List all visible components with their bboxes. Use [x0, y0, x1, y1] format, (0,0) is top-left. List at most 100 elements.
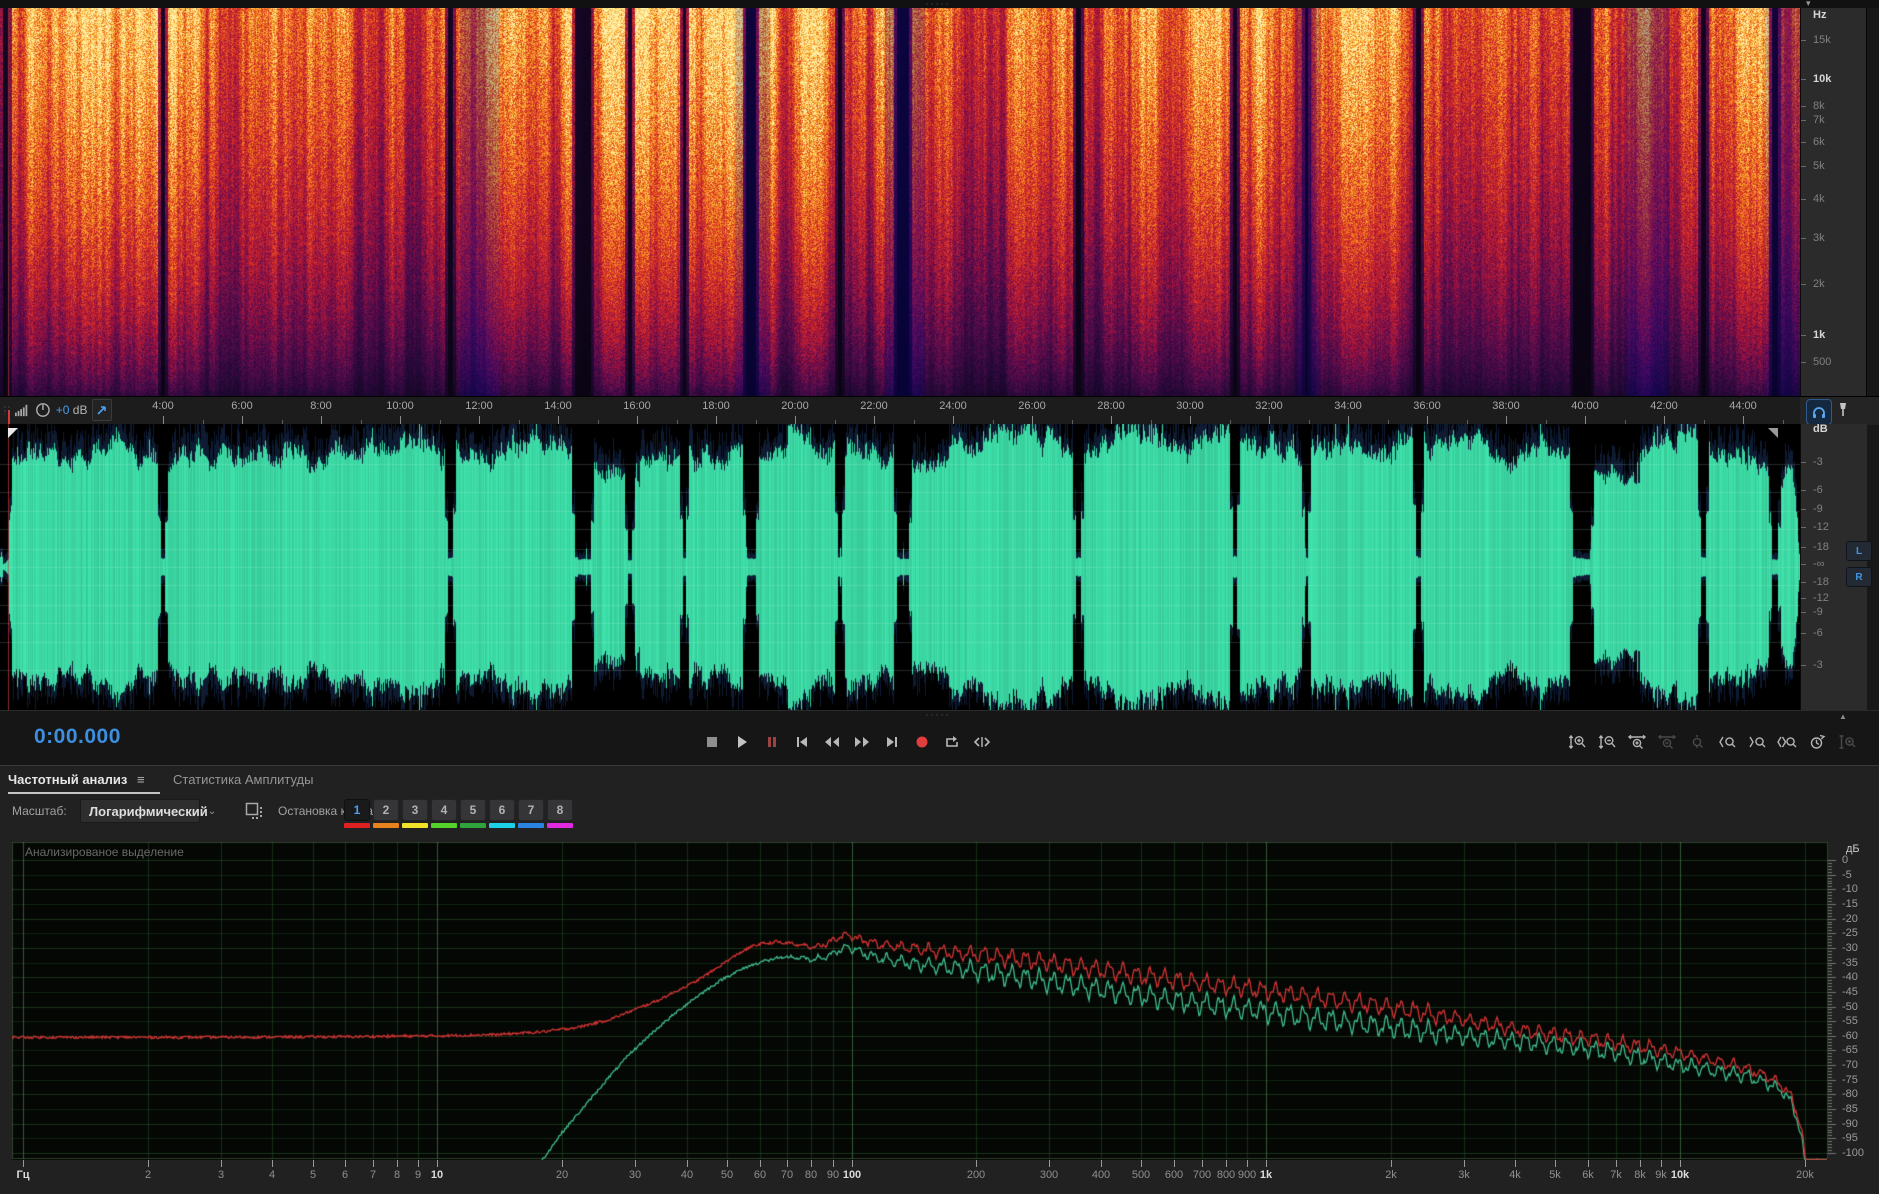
hold-button-8[interactable]: 8: [547, 799, 573, 821]
analysis-panel: Частотный анализ ≡ Статистика Амплитуды …: [0, 765, 1879, 1194]
axis-label: 10k: [1670, 1169, 1690, 1181]
pin-marker-button[interactable]: [92, 399, 112, 421]
tab-amplitude-statistics[interactable]: Статистика Амплитуды: [173, 772, 313, 787]
zoom-full-vertical-button[interactable]: [1832, 729, 1862, 755]
scale-tick: [1801, 633, 1806, 634]
axis-label: -40: [1842, 971, 1858, 984]
scale-tick: [1801, 547, 1806, 548]
play-button[interactable]: [727, 729, 757, 755]
transport-bar: ▲ 0:00.000: [0, 710, 1879, 766]
time-display[interactable]: 0:00.000: [34, 725, 121, 749]
channel-badge-right[interactable]: R: [1846, 567, 1872, 587]
hold-color-bar: [373, 823, 399, 828]
stop-button[interactable]: [697, 729, 727, 755]
skip-to-start-button[interactable]: [787, 729, 817, 755]
time-label: 26:00: [1018, 400, 1046, 412]
hold-button-4[interactable]: 4: [431, 799, 457, 821]
frequency-scale-unit: Hz: [1813, 9, 1827, 21]
axis-label: -100: [1842, 1147, 1865, 1159]
axis-tick: [1588, 1160, 1589, 1167]
axis-tick: [1247, 1160, 1248, 1167]
tab-frequency-analysis[interactable]: Частотный анализ ≡: [8, 772, 145, 787]
splitter-grip[interactable]: [925, 713, 951, 717]
splitter-grip[interactable]: [925, 2, 951, 6]
axis-label: -15: [1842, 897, 1858, 910]
waveform-view[interactable]: [0, 424, 1800, 710]
time-label: 4:00: [152, 400, 174, 412]
hold-button-6[interactable]: 6: [489, 799, 515, 821]
zoom-to-selection-button[interactable]: [1772, 729, 1802, 755]
scale-value-label: 1k: [1813, 329, 1826, 341]
copy-frame-icon[interactable]: [245, 802, 263, 820]
time-label: 44:00: [1729, 400, 1757, 412]
axis-label: -20: [1842, 912, 1858, 925]
axis-label: 4k: [1509, 1169, 1521, 1181]
axis-tick: [1391, 1160, 1392, 1167]
ruler-toolbar: +0 dB: [0, 397, 112, 423]
hold-button-7[interactable]: 7: [518, 799, 544, 821]
axis-label: 90: [826, 1169, 840, 1181]
record-button[interactable]: [907, 729, 937, 755]
hold-button-3[interactable]: 3: [402, 799, 428, 821]
reset-zoom-button[interactable]: [1802, 729, 1832, 755]
axis-label: 8k: [1634, 1169, 1646, 1181]
waveform-canvas[interactable]: [0, 424, 1800, 710]
playhead[interactable]: [8, 410, 10, 424]
zoom-out-horizontal-button[interactable]: [1652, 729, 1682, 755]
scale-dropdown[interactable]: Логарифмический ⌄: [80, 799, 216, 823]
axis-label: 20k: [1796, 1169, 1814, 1181]
level-meter-icon[interactable]: [15, 403, 30, 417]
time-label: 36:00: [1413, 400, 1441, 412]
zoom-to-out-point-button[interactable]: [1742, 729, 1772, 755]
monitor-headphones-button[interactable]: [1806, 399, 1832, 425]
zoom-out-vertical-button[interactable]: [1592, 729, 1622, 755]
vertical-scroll-strip[interactable]: [1866, 8, 1879, 710]
zoom-in-vertical-button[interactable]: [1562, 729, 1592, 755]
axis-label: 80: [804, 1169, 818, 1181]
axis-tick: [437, 1160, 438, 1167]
corner-grip-right-icon[interactable]: [1768, 428, 1778, 438]
hold-buttons: 12345678: [344, 799, 573, 828]
time-label: 32:00: [1255, 400, 1283, 412]
axis-label: 1k: [1259, 1169, 1273, 1181]
spectrogram-canvas[interactable]: [0, 8, 1800, 396]
top-splitter[interactable]: ▾: [0, 0, 1879, 8]
fast-forward-button[interactable]: [847, 729, 877, 755]
frequency-plot: [12, 842, 1840, 1160]
hold-button-5[interactable]: 5: [460, 799, 486, 821]
hold-button-1[interactable]: 1: [344, 799, 370, 821]
time-label: 18:00: [702, 400, 730, 412]
axis-tick: [23, 1160, 24, 1167]
axis-label: 6: [341, 1169, 349, 1181]
fast-forward-icon: [855, 737, 869, 747]
clock-gain-knob-icon[interactable]: [35, 401, 51, 419]
panel-menu-icon[interactable]: ≡: [137, 772, 145, 787]
hold-button-group: 3: [402, 799, 428, 828]
hold-button-2[interactable]: 2: [373, 799, 399, 821]
channel-badge-left[interactable]: L: [1846, 541, 1872, 561]
axis-tick: [1616, 1160, 1617, 1167]
corner-grip-left-icon[interactable]: [8, 428, 18, 438]
scroll-up-arrow-icon[interactable]: ▲: [1839, 712, 1847, 721]
pause-button[interactable]: [757, 729, 787, 755]
rewind-button[interactable]: [817, 729, 847, 755]
gain-readout[interactable]: +0 dB: [56, 403, 88, 417]
hold-button-group: 6: [489, 799, 515, 828]
time-label: 30:00: [1176, 400, 1204, 412]
skip-end-icon: [887, 737, 897, 747]
timeline-ruler[interactable]: 4:00 6:00 8:00 10:00 12:00 14:00 16:00 18:00 20:…: [0, 396, 1800, 426]
loop-playback-button[interactable]: [937, 729, 967, 755]
skip-selection-button[interactable]: [967, 729, 997, 755]
zoom-at-playhead-button[interactable]: [1682, 729, 1712, 755]
zoom-to-in-point-button[interactable]: [1712, 729, 1742, 755]
skip-to-end-button[interactable]: [877, 729, 907, 755]
scale-value-label: -9: [1813, 503, 1823, 515]
time-label: 34:00: [1334, 400, 1362, 412]
pushpin-icon[interactable]: [1836, 402, 1850, 418]
scale-tick: [1801, 665, 1806, 666]
spectrogram-view[interactable]: [0, 8, 1800, 396]
scale-tick: [1801, 490, 1806, 491]
scale-value-label: 2k: [1813, 278, 1825, 290]
zoom-in-horizontal-button[interactable]: [1622, 729, 1652, 755]
axis-label: -10: [1842, 883, 1858, 896]
